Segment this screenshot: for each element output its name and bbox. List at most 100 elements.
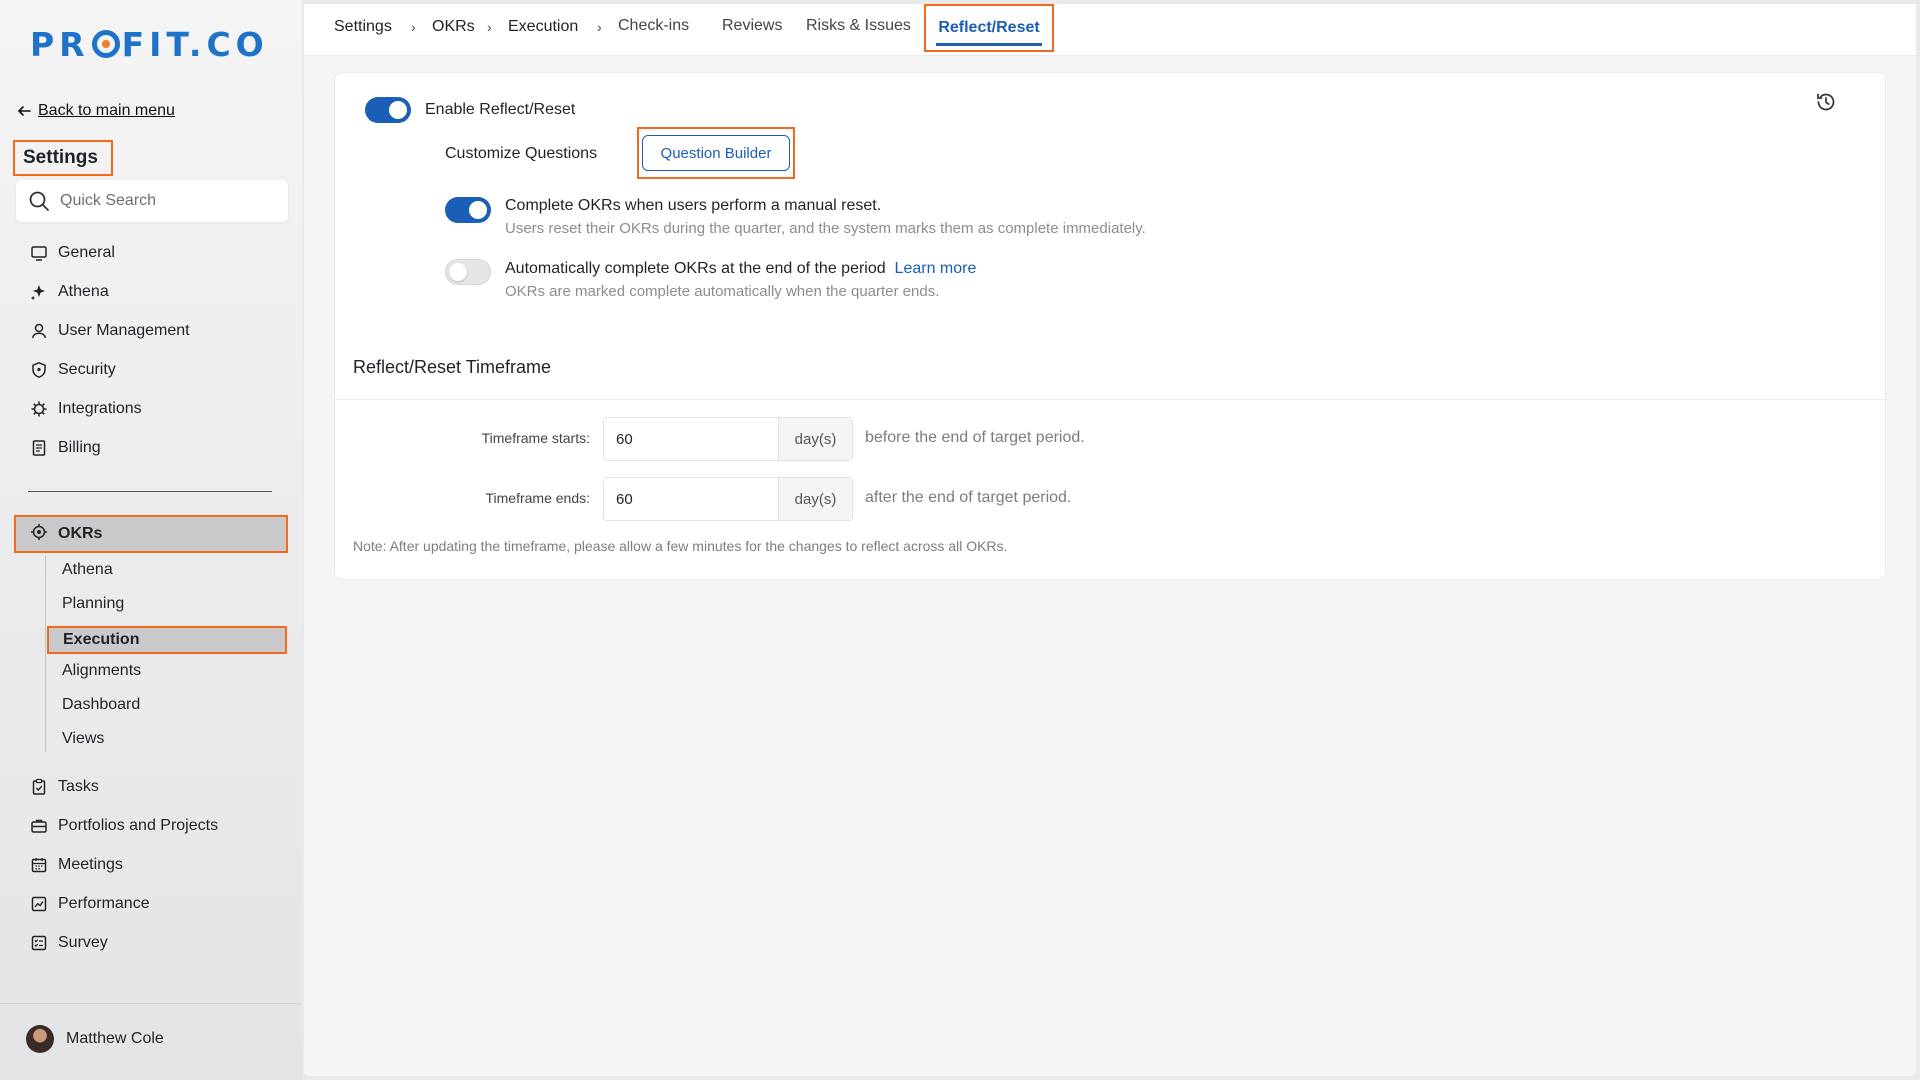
auto-complete-toggle[interactable] bbox=[445, 259, 491, 285]
user-profile[interactable]: Matthew Cole bbox=[26, 1025, 164, 1053]
customize-questions-label: Customize Questions bbox=[445, 145, 598, 162]
okr-subitem-athena[interactable]: Athena bbox=[62, 561, 113, 579]
briefcase-icon bbox=[30, 817, 48, 835]
timeframe-ends-input[interactable] bbox=[604, 478, 778, 520]
list-icon bbox=[30, 934, 48, 952]
user-separator bbox=[0, 1003, 302, 1004]
section-divider bbox=[335, 399, 1885, 400]
sparkle-icon bbox=[30, 283, 48, 301]
sidebar-item-label: Athena bbox=[58, 283, 109, 300]
enable-reflect-reset-label: Enable Reflect/Reset bbox=[425, 101, 576, 118]
sidebar-item-label: Tasks bbox=[58, 778, 99, 795]
okr-subitem-alignments[interactable]: Alignments bbox=[62, 662, 141, 680]
timeframe-starts-input[interactable] bbox=[604, 418, 778, 460]
search-icon bbox=[29, 191, 49, 211]
sidebar-item-portfolios[interactable]: Portfolios and Projects bbox=[30, 817, 218, 835]
sidebar-item-billing[interactable]: Billing bbox=[30, 439, 101, 457]
tab-reviews[interactable]: Reviews bbox=[722, 17, 782, 35]
manual-reset-toggle[interactable] bbox=[445, 197, 491, 223]
top-navigation: Settings › OKRs › Execution › Check-ins … bbox=[304, 4, 1916, 56]
sidebar-item-label: OKRs bbox=[58, 525, 103, 542]
breadcrumb-okrs[interactable]: OKRs bbox=[432, 18, 475, 36]
sidebar-item-label: Meetings bbox=[58, 856, 123, 873]
sidebar-item-label: Portfolios and Projects bbox=[58, 817, 219, 834]
okr-subitem-label: Execution bbox=[63, 631, 140, 648]
back-to-main-menu-link[interactable]: Back to main menu bbox=[16, 102, 175, 120]
breadcrumb-settings[interactable]: Settings bbox=[334, 18, 392, 36]
enable-reflect-reset-toggle[interactable] bbox=[365, 97, 411, 123]
sidebar-divider bbox=[28, 491, 272, 492]
okr-subitem-dashboard[interactable]: Dashboard bbox=[62, 696, 140, 714]
timeframe-section-title: Reflect/Reset Timeframe bbox=[353, 357, 552, 377]
sidebar-item-label: Integrations bbox=[58, 400, 142, 417]
shield-icon bbox=[30, 361, 48, 379]
breadcrumb-chevron-icon: › bbox=[487, 19, 492, 35]
auto-complete-label: Automatically complete OKRs at the end o… bbox=[505, 260, 976, 278]
clipboard-icon bbox=[30, 778, 48, 796]
calendar-icon bbox=[30, 856, 48, 874]
auto-complete-description: OKRs are marked complete automatically w… bbox=[505, 283, 940, 300]
okr-subitem-execution[interactable]: Execution bbox=[47, 626, 287, 654]
question-builder-highlight: Question Builder bbox=[637, 127, 795, 179]
avatar bbox=[26, 1025, 54, 1053]
okr-subitem-planning[interactable]: Planning bbox=[62, 595, 124, 613]
question-builder-button[interactable]: Question Builder bbox=[642, 135, 790, 171]
timeframe-ends-label: Timeframe ends: bbox=[485, 490, 590, 506]
target-icon bbox=[30, 523, 48, 546]
breadcrumb-chevron-icon: › bbox=[597, 19, 602, 35]
sidebar-item-athena[interactable]: Athena bbox=[30, 283, 109, 301]
timeframe-ends-unit: day(s) bbox=[778, 478, 852, 520]
timeframe-starts-suffix: before the end of target period. bbox=[865, 429, 1085, 446]
tab-risks-issues[interactable]: Risks & Issues bbox=[806, 17, 911, 35]
sidebar-item-survey[interactable]: Survey bbox=[30, 934, 108, 952]
settings-heading: Settings bbox=[13, 140, 113, 176]
quick-search[interactable] bbox=[16, 180, 288, 222]
reflect-reset-card: Enable Reflect/Reset Customize Questions… bbox=[334, 72, 1886, 580]
sidebar-item-security[interactable]: Security bbox=[30, 361, 116, 379]
logo-text-left: PR bbox=[30, 24, 90, 64]
gear-icon bbox=[30, 400, 48, 418]
arrow-left-icon bbox=[17, 106, 31, 116]
submenu-guide-line bbox=[45, 556, 46, 752]
logo-target-icon bbox=[91, 30, 120, 58]
okr-subitem-views[interactable]: Views bbox=[62, 730, 104, 748]
manual-reset-description: Users reset their OKRs during the quarte… bbox=[505, 220, 1146, 237]
timeframe-starts-unit: day(s) bbox=[778, 418, 852, 460]
learn-more-link[interactable]: Learn more bbox=[895, 260, 977, 277]
search-input[interactable] bbox=[60, 192, 270, 210]
back-link-label: Back to main menu bbox=[38, 102, 175, 119]
sidebar-item-label: General bbox=[58, 244, 115, 261]
tab-check-ins[interactable]: Check-ins bbox=[618, 17, 689, 35]
sidebar-item-tasks[interactable]: Tasks bbox=[30, 778, 99, 796]
sidebar-item-integrations[interactable]: Integrations bbox=[30, 400, 142, 418]
timeframe-note: Note: After updating the timeframe, plea… bbox=[353, 538, 1008, 554]
sidebar-item-label: Survey bbox=[58, 934, 108, 951]
chart-icon bbox=[30, 895, 48, 913]
sidebar-item-label: Security bbox=[58, 361, 116, 378]
tab-label: Reflect/Reset bbox=[938, 19, 1040, 36]
breadcrumb-execution[interactable]: Execution bbox=[508, 18, 578, 36]
timeframe-ends-field: day(s) bbox=[603, 477, 853, 521]
logo-text-right: FIT.CO bbox=[121, 24, 269, 64]
sidebar-item-user-management[interactable]: User Management bbox=[30, 322, 190, 340]
tab-reflect-reset[interactable]: Reflect/Reset bbox=[924, 4, 1054, 52]
sidebar-item-general[interactable]: General bbox=[30, 244, 115, 262]
auto-complete-text: Automatically complete OKRs at the end o… bbox=[505, 260, 886, 277]
sidebar-item-label: Performance bbox=[58, 895, 150, 912]
sidebar-item-okrs[interactable]: OKRs bbox=[14, 515, 288, 553]
sidebar-item-performance[interactable]: Performance bbox=[30, 895, 150, 913]
user-icon bbox=[30, 322, 48, 340]
profit-co-logo[interactable]: PR FIT.CO bbox=[30, 24, 269, 64]
active-tab-underline bbox=[936, 43, 1042, 46]
monitor-icon bbox=[30, 244, 48, 262]
timeframe-starts-field: day(s) bbox=[603, 417, 853, 461]
timeframe-ends-suffix: after the end of target period. bbox=[865, 489, 1072, 506]
sidebar-item-meetings[interactable]: Meetings bbox=[30, 856, 123, 874]
sidebar: PR FIT.CO Back to main menu Settings Gen… bbox=[0, 0, 302, 1080]
breadcrumb-chevron-icon: › bbox=[411, 19, 416, 35]
sidebar-item-label: User Management bbox=[58, 322, 190, 339]
manual-reset-label: Complete OKRs when users perform a manua… bbox=[505, 197, 882, 214]
receipt-icon bbox=[30, 439, 48, 457]
history-icon[interactable] bbox=[1815, 91, 1837, 113]
sidebar-item-label: Billing bbox=[58, 439, 101, 456]
